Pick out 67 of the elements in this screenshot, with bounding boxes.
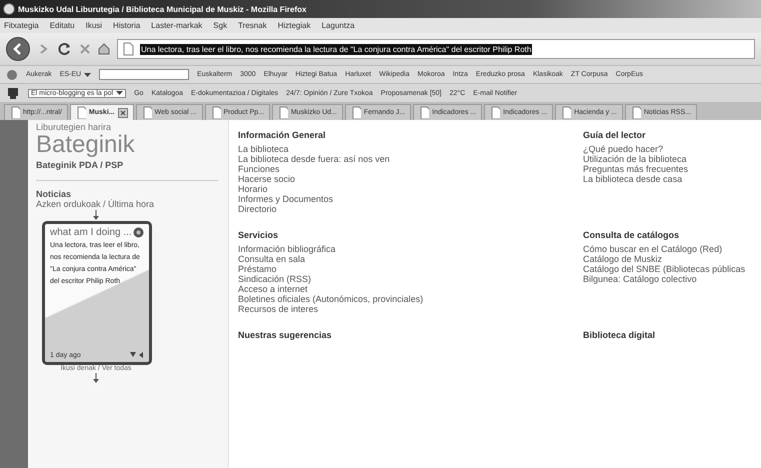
section-link[interactable]: Informes y Documentos — [238, 194, 334, 204]
dictionary-search-field[interactable] — [99, 69, 190, 80]
section-link[interactable]: Catálogo del SNBE (Bibliotecas públicas — [583, 264, 746, 274]
section-link[interactable]: Utilización de la biblioteca — [583, 154, 687, 164]
menu-item[interactable]: Editatu — [50, 21, 75, 30]
menu-item[interactable]: Hiztegiak — [278, 21, 311, 30]
reload-icon[interactable] — [58, 42, 72, 56]
page-icon — [122, 42, 134, 56]
section-link[interactable]: Directorio — [238, 204, 277, 214]
window-title: Muskizko Udal Liburutegia / Biblioteca Municipal de Muskiz - Mozilla Firefox — [18, 4, 306, 14]
menu-item[interactable]: Sgk — [213, 21, 228, 30]
news-subtitle: Azken ordukoak / Última hora — [36, 199, 154, 209]
widget-title: what am I doing ... — [50, 227, 132, 238]
section-heading: Guía del lector — [583, 130, 646, 140]
section-link[interactable]: Recursos de interes — [238, 304, 318, 314]
page-icon — [561, 106, 572, 119]
caret-icon — [84, 72, 92, 76]
firefox-icon — [3, 3, 15, 15]
section-heading: Biblioteca digital — [583, 330, 656, 340]
section-link[interactable]: Consulta en sala — [238, 254, 306, 264]
arrows-icon[interactable] — [130, 351, 144, 359]
menu-item[interactable]: Ikusi — [86, 21, 102, 30]
section-link[interactable]: La biblioteca desde fuera: así nos ven — [238, 154, 390, 164]
section-link[interactable]: Boletines oficiales (Autonómicos, provinciales) — [238, 294, 424, 304]
gear-icon[interactable] — [133, 227, 144, 238]
section-heading: Nuestras sugerencias — [238, 330, 332, 340]
section-link[interactable]: Información bibliográfica — [238, 244, 336, 254]
section-link[interactable]: Acceso a internet — [238, 284, 308, 294]
section-link[interactable]: Catálogo de Muskiz — [583, 254, 662, 264]
section-link[interactable]: Funciones — [238, 164, 280, 174]
section-heading: Consulta de catálogos — [583, 230, 680, 240]
menu-item[interactable]: Tresnak — [238, 21, 267, 30]
section-link[interactable]: Cómo buscar en el Catálogo (Red) — [583, 244, 722, 254]
page-icon — [490, 106, 500, 119]
arrow-down-icon — [92, 210, 100, 220]
tagline: Liburutegien harira — [36, 122, 112, 132]
section-link[interactable]: ¿Qué puedo hacer? — [583, 144, 664, 154]
address-text: Una lectora, tras leer el libro, nos recomienda la lectura de "La conjura contra América" del escritor Philip Roth — [140, 44, 532, 54]
back-button[interactable] — [6, 37, 30, 61]
section-link[interactable]: Horario — [238, 184, 268, 194]
section-link[interactable]: La biblioteca — [238, 144, 289, 154]
robot-icon[interactable] — [6, 86, 20, 100]
caret-icon — [116, 91, 124, 95]
pda-link[interactable]: Bateginik PDA / PSP — [36, 160, 124, 170]
page-icon — [630, 106, 641, 119]
menu-item[interactable]: Laster-markak — [151, 21, 202, 30]
page-icon — [10, 106, 20, 119]
section-link[interactable]: La biblioteca desde casa — [583, 174, 682, 184]
section-heading: Servicios — [238, 230, 278, 240]
news-heading: Noticias — [36, 189, 72, 199]
page-icon — [419, 106, 430, 119]
menu-item[interactable]: Fitxategia — [4, 21, 39, 30]
page-icon — [278, 106, 288, 119]
section-link[interactable]: Preguntas más frecuentes — [583, 164, 688, 174]
section-link[interactable]: Hacerse socio — [238, 174, 296, 184]
section-link[interactable]: Bilgunea: Catálogo colectivo — [583, 274, 697, 284]
menu-item[interactable]: Laguntza — [322, 21, 355, 30]
home-icon[interactable] — [98, 43, 110, 55]
page-icon — [350, 106, 361, 119]
address-field[interactable]: Una lectora, tras leer el libro, nos recomienda la lectura de "La conjura contra América" del escritor Philip Roth — [117, 39, 755, 59]
section-heading: Información General — [238, 130, 326, 140]
section-link[interactable]: Préstamo — [238, 264, 277, 274]
arrow-down-icon — [92, 373, 100, 383]
menu-item[interactable]: Historia — [113, 21, 140, 30]
close-icon[interactable] — [118, 108, 128, 118]
section-link[interactable]: Sindicación (RSS) — [238, 274, 312, 284]
info-icon — [6, 68, 18, 80]
